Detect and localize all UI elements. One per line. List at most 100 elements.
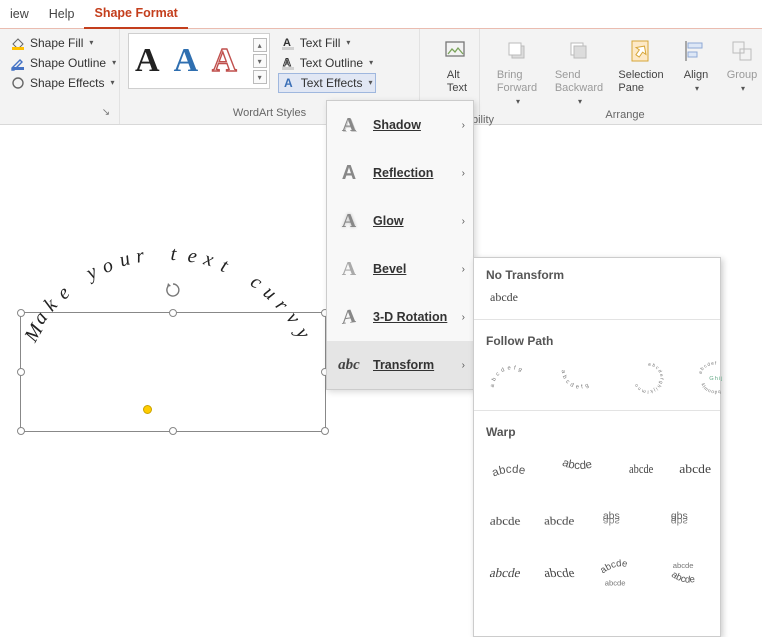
flyout-transform[interactable]: abc Transform ›: [327, 341, 473, 389]
align-icon: [680, 35, 712, 67]
bucket-icon: [10, 35, 26, 51]
text-effects-button[interactable]: A Text Effects ▾: [278, 73, 376, 93]
bring-forward-icon: [501, 35, 533, 67]
rotation-handle[interactable]: [164, 281, 182, 299]
shadow-icon: A: [337, 113, 361, 137]
resize-handle-sw[interactable]: [17, 427, 25, 435]
warp-tile-12[interactable]: abcdeabcde: [667, 555, 711, 591]
rotation-icon: A: [337, 303, 361, 330]
group-button[interactable]: Group ▾: [722, 33, 762, 95]
svg-text:abcdefg: abcdefg: [490, 365, 525, 388]
chevron-right-icon: ›: [462, 168, 465, 179]
shape-outline-button[interactable]: Shape Outline ▾: [8, 53, 111, 73]
effects-icon: [10, 75, 26, 91]
chevron-right-icon: ›: [462, 312, 465, 323]
warp-tile-5[interactable]: abcde: [488, 506, 522, 540]
submenu-follow-path-head: Follow Path: [474, 324, 720, 354]
wordart-gallery-more[interactable]: ▴ ▾ ▾: [253, 38, 267, 84]
follow-path-arch-down[interactable]: abcdefg: [558, 360, 602, 396]
text-fill-label: Text Fill: [300, 33, 341, 53]
resize-handle-se[interactable]: [321, 427, 329, 435]
resize-handle-w[interactable]: [17, 368, 25, 376]
wordart-preset-1[interactable]: A: [135, 44, 160, 78]
chevron-up-icon[interactable]: ▴: [253, 38, 267, 52]
adjust-handle[interactable]: [143, 405, 152, 414]
svg-text:klmnopq: klmnopq: [700, 383, 723, 396]
shape-effects-button[interactable]: Shape Effects ▾: [8, 73, 111, 93]
svg-text:abcdef: abcdef: [699, 361, 718, 375]
warp-tile-3[interactable]: abcde: [629, 451, 653, 487]
text-outline-icon: A: [280, 55, 296, 71]
follow-path-circle[interactable]: abcdefghijklmno: [626, 360, 670, 396]
text-effects-flyout: A Shadow › A Reflection › A Glow › A Bev…: [326, 100, 474, 390]
text-outline-button[interactable]: A Text Outline ▾: [278, 53, 376, 73]
resize-handle-s[interactable]: [169, 427, 177, 435]
selected-shape[interactable]: [20, 312, 326, 432]
selection-pane-label: Selection Pane: [618, 69, 663, 95]
align-label: Align: [684, 69, 708, 82]
curvy-text: Make your text curvy: [168, 338, 169, 339]
svg-text:abcde: abcde: [561, 457, 594, 472]
wordart-preset-3[interactable]: A: [212, 44, 237, 78]
warp-tile-1[interactable]: abcde: [490, 451, 534, 487]
chevron-down-icon: ▾: [695, 82, 699, 95]
text-fill-icon: A: [280, 35, 296, 51]
transform-none-tile[interactable]: abcde: [474, 288, 720, 315]
shape-fill-label: Shape Fill: [30, 33, 83, 53]
group-arrange: Bring Forward ▾ Send Backward ▾ Selectio…: [480, 29, 762, 124]
follow-path-button[interactable]: abcdefGhijklmnopq: [694, 360, 738, 396]
flyout-bevel[interactable]: A Bevel ›: [327, 245, 473, 293]
submenu-no-transform-head: No Transform: [474, 258, 720, 288]
chevron-down-icon[interactable]: ▾: [253, 54, 267, 68]
group-button-label: Group: [727, 69, 758, 82]
alt-text-button[interactable]: Alt Text: [428, 33, 486, 95]
warp-tile-8[interactable]: gbsgbs: [667, 503, 711, 539]
chevron-right-icon: ›: [462, 120, 465, 131]
warp-tile-2[interactable]: abcde: [558, 451, 602, 487]
warp-tile-10[interactable]: abcde: [540, 555, 578, 591]
chevron-right-icon: ›: [462, 216, 465, 227]
shape-outline-label: Shape Outline: [30, 53, 106, 73]
chevron-down-icon[interactable]: ▾: [253, 70, 267, 84]
wordart-preset-2[interactable]: A: [174, 44, 199, 78]
svg-text:A: A: [284, 76, 293, 90]
tab-help[interactable]: Help: [39, 0, 85, 28]
transform-submenu: No Transform abcde Follow Path abcdefg a…: [473, 257, 721, 637]
arrange-group-label: Arrange: [488, 108, 762, 124]
flyout-reflection[interactable]: A Reflection ›: [327, 149, 473, 197]
flyout-3d-rotation[interactable]: A 3-D Rotation ›: [327, 293, 473, 341]
dialog-launcher-icon[interactable]: ↘: [99, 106, 113, 120]
follow-path-arch-up[interactable]: abcdefg: [490, 360, 534, 396]
selection-pane-icon: [625, 35, 657, 67]
chevron-down-icon: ▾: [89, 33, 93, 53]
warp-tile-7[interactable]: absabs: [599, 503, 643, 539]
group-icon: [726, 35, 758, 67]
flyout-shadow[interactable]: A Shadow ›: [327, 101, 473, 149]
warp-tile-11[interactable]: abcdeabcde: [599, 555, 643, 591]
warp-tile-9[interactable]: abcde: [486, 555, 524, 591]
alt-text-label: Alt Text: [447, 69, 467, 95]
svg-text:abcdefghijklmno: abcdefghijklmno: [634, 362, 665, 394]
send-backward-button[interactable]: Send Backward ▾: [550, 33, 608, 108]
chevron-down-icon: ▾: [112, 53, 116, 73]
send-backward-label: Send Backward: [555, 69, 603, 95]
tab-view[interactable]: iew: [0, 0, 39, 28]
selection-pane-button[interactable]: Selection Pane: [612, 33, 670, 95]
send-backward-icon: [563, 35, 595, 67]
tab-shape-format[interactable]: Shape Format: [84, 0, 187, 30]
flyout-glow[interactable]: A Glow ›: [327, 197, 473, 245]
wordart-gallery[interactable]: A A A ▴ ▾ ▾: [128, 33, 270, 89]
align-button[interactable]: Align ▾: [674, 33, 718, 95]
svg-text:abcde: abcde: [672, 561, 693, 570]
resize-handle-n[interactable]: [169, 309, 177, 317]
svg-text:abcde: abcde: [604, 578, 625, 587]
svg-text:abs: abs: [602, 515, 619, 527]
chevron-down-icon: ▾: [369, 73, 373, 93]
chevron-down-icon: ▾: [741, 82, 745, 95]
text-fill-button[interactable]: A Text Fill ▾: [278, 33, 376, 53]
warp-tile-4[interactable]: abcde: [680, 451, 712, 487]
warp-tile-6[interactable]: abcde: [543, 502, 577, 536]
shape-fill-button[interactable]: Shape Fill ▾: [8, 33, 111, 53]
bring-forward-button[interactable]: Bring Forward ▾: [488, 33, 546, 108]
resize-handle-nw[interactable]: [17, 309, 25, 317]
